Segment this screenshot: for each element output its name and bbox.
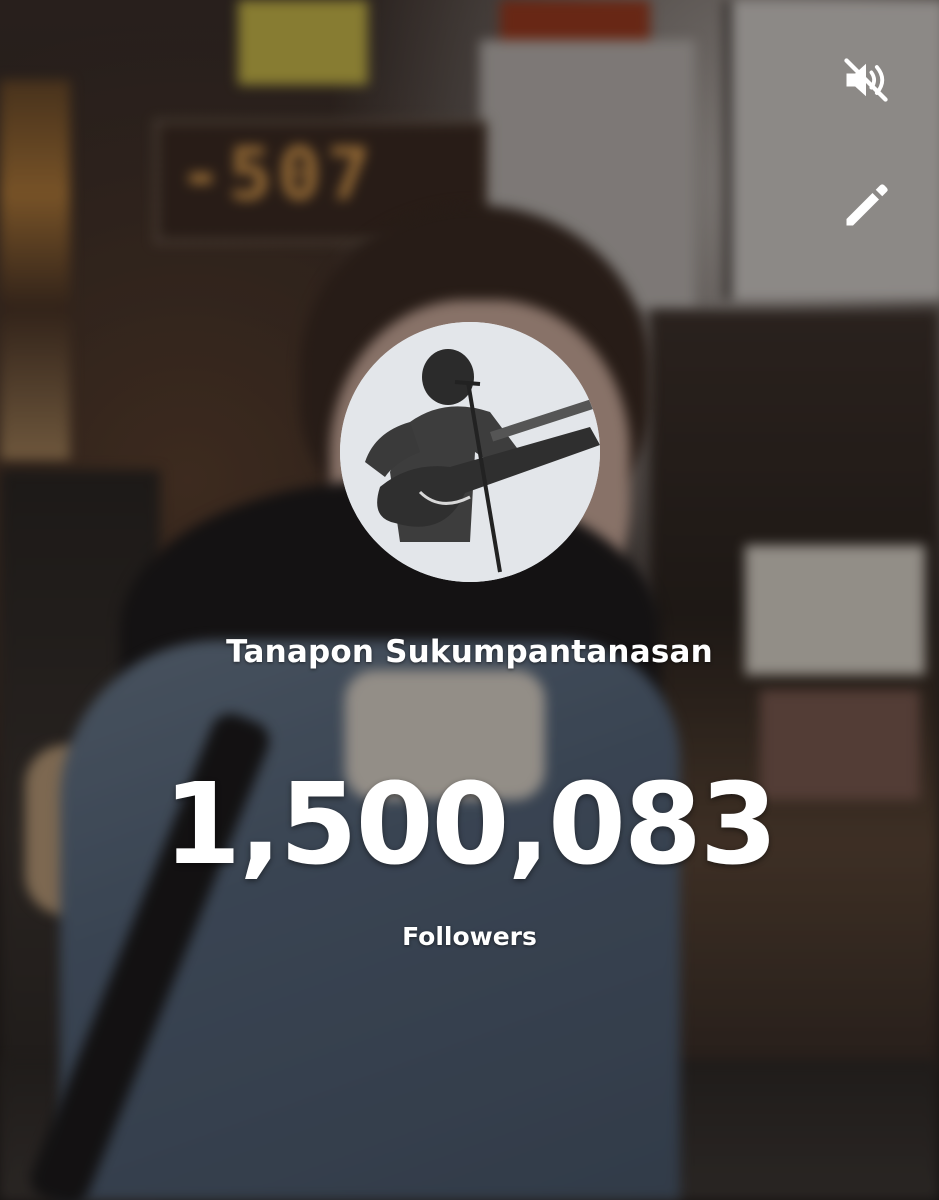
pencil-icon [840, 180, 892, 236]
mute-button[interactable] [838, 54, 894, 110]
profile-name: Tanapon Sukumpantanasan [226, 634, 713, 670]
background-dim-overlay [0, 0, 939, 1200]
guitarist-avatar [340, 322, 600, 582]
background-photo: -507 [0, 0, 939, 1200]
follower-label: Followers [402, 922, 537, 951]
profile-avatar[interactable] [340, 322, 600, 582]
follower-count: 1,500,083 [163, 760, 778, 890]
volume-muted-icon [840, 54, 892, 110]
edit-button[interactable] [838, 180, 894, 236]
